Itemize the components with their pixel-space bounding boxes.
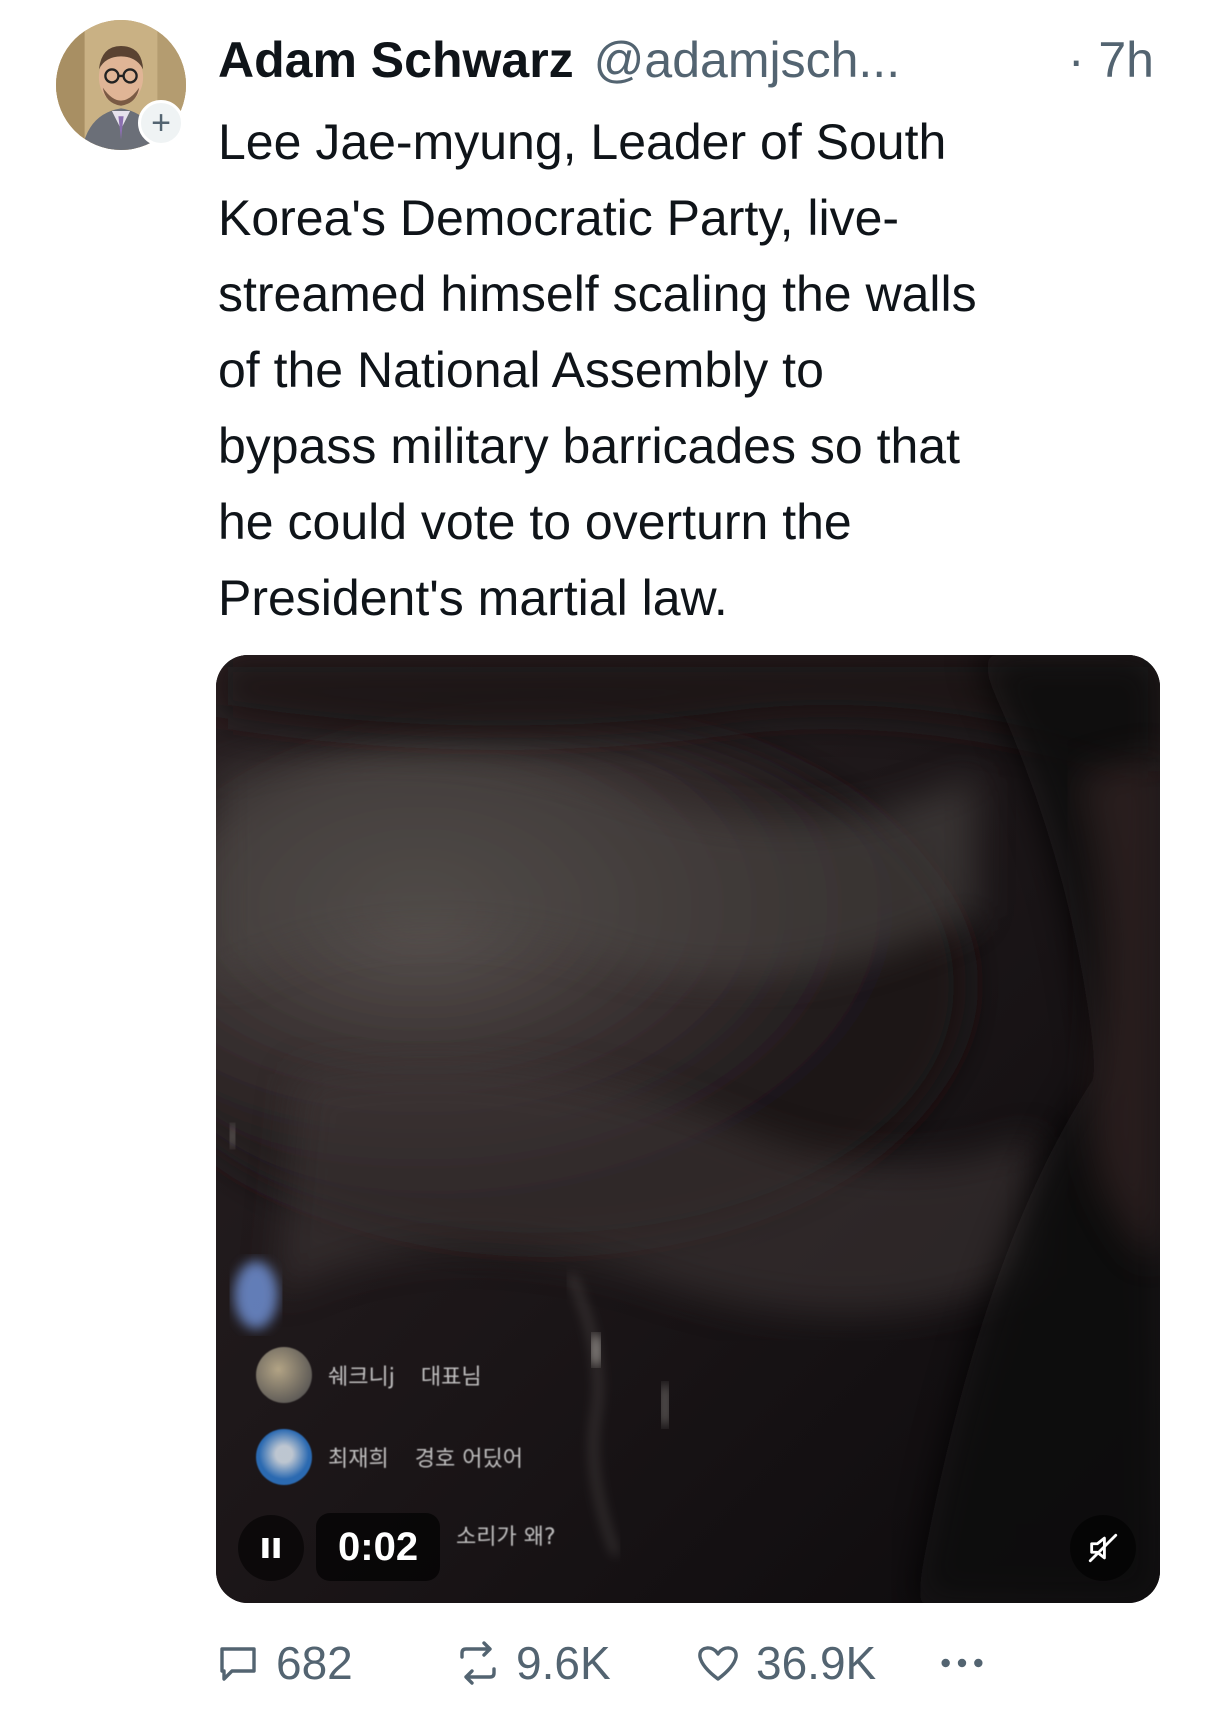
tweet-action-bar: 682 9.6K 36.9K bbox=[214, 1628, 1174, 1698]
mute-icon bbox=[1088, 1533, 1118, 1563]
retweet-button[interactable]: 9.6K bbox=[454, 1628, 611, 1698]
like-count: 36.9K bbox=[756, 1637, 877, 1689]
reply-count: 682 bbox=[276, 1637, 353, 1689]
video-player[interactable]: 쉐크니j 대표님 최재희 경호 어딨어 소리가 왜? 0:02 bbox=[216, 655, 1160, 1603]
chat-user-avatar bbox=[256, 1347, 312, 1403]
more-options-button[interactable] bbox=[934, 1628, 990, 1698]
live-chat-message: 쉐크니j 대표님 bbox=[256, 1347, 482, 1403]
like-button[interactable]: 36.9K bbox=[694, 1628, 876, 1698]
tweet-timestamp[interactable]: · 7h bbox=[1068, 28, 1154, 92]
chat-user-avatar bbox=[256, 1429, 312, 1485]
chat-message-text: 경호 어딨어 bbox=[414, 1447, 523, 1472]
heart-icon bbox=[698, 1646, 738, 1681]
pause-icon bbox=[262, 1538, 280, 1558]
chat-message-text: 대표님 bbox=[420, 1365, 482, 1390]
retweet-count: 9.6K bbox=[516, 1637, 611, 1689]
chat-message-text: 소리가 왜? bbox=[456, 1525, 556, 1550]
reply-icon bbox=[220, 1647, 256, 1681]
pause-button[interactable] bbox=[238, 1515, 304, 1581]
live-chat-message: 최재희 경호 어딨어 bbox=[256, 1429, 523, 1485]
live-chat-message: 소리가 왜? bbox=[456, 1519, 556, 1551]
author-handle[interactable]: @adamjsch... bbox=[594, 31, 900, 89]
unmute-button[interactable] bbox=[1070, 1515, 1136, 1581]
reply-button[interactable]: 682 bbox=[214, 1628, 353, 1698]
tweet-text: Lee Jae-myung, Leader of South Korea's D… bbox=[218, 114, 977, 626]
author-display-name[interactable]: Adam Schwarz bbox=[218, 31, 574, 89]
retweet-icon bbox=[460, 1641, 496, 1685]
follow-plus-icon[interactable]: + bbox=[138, 100, 184, 146]
chat-username: 최재희 bbox=[328, 1447, 389, 1472]
tweet-header: Adam Schwarz @adamjsch... · 7h bbox=[218, 28, 1178, 92]
more-icon bbox=[941, 1658, 983, 1668]
chat-username: 쉐크니j bbox=[328, 1365, 395, 1390]
video-timestamp: 0:02 bbox=[316, 1513, 441, 1581]
